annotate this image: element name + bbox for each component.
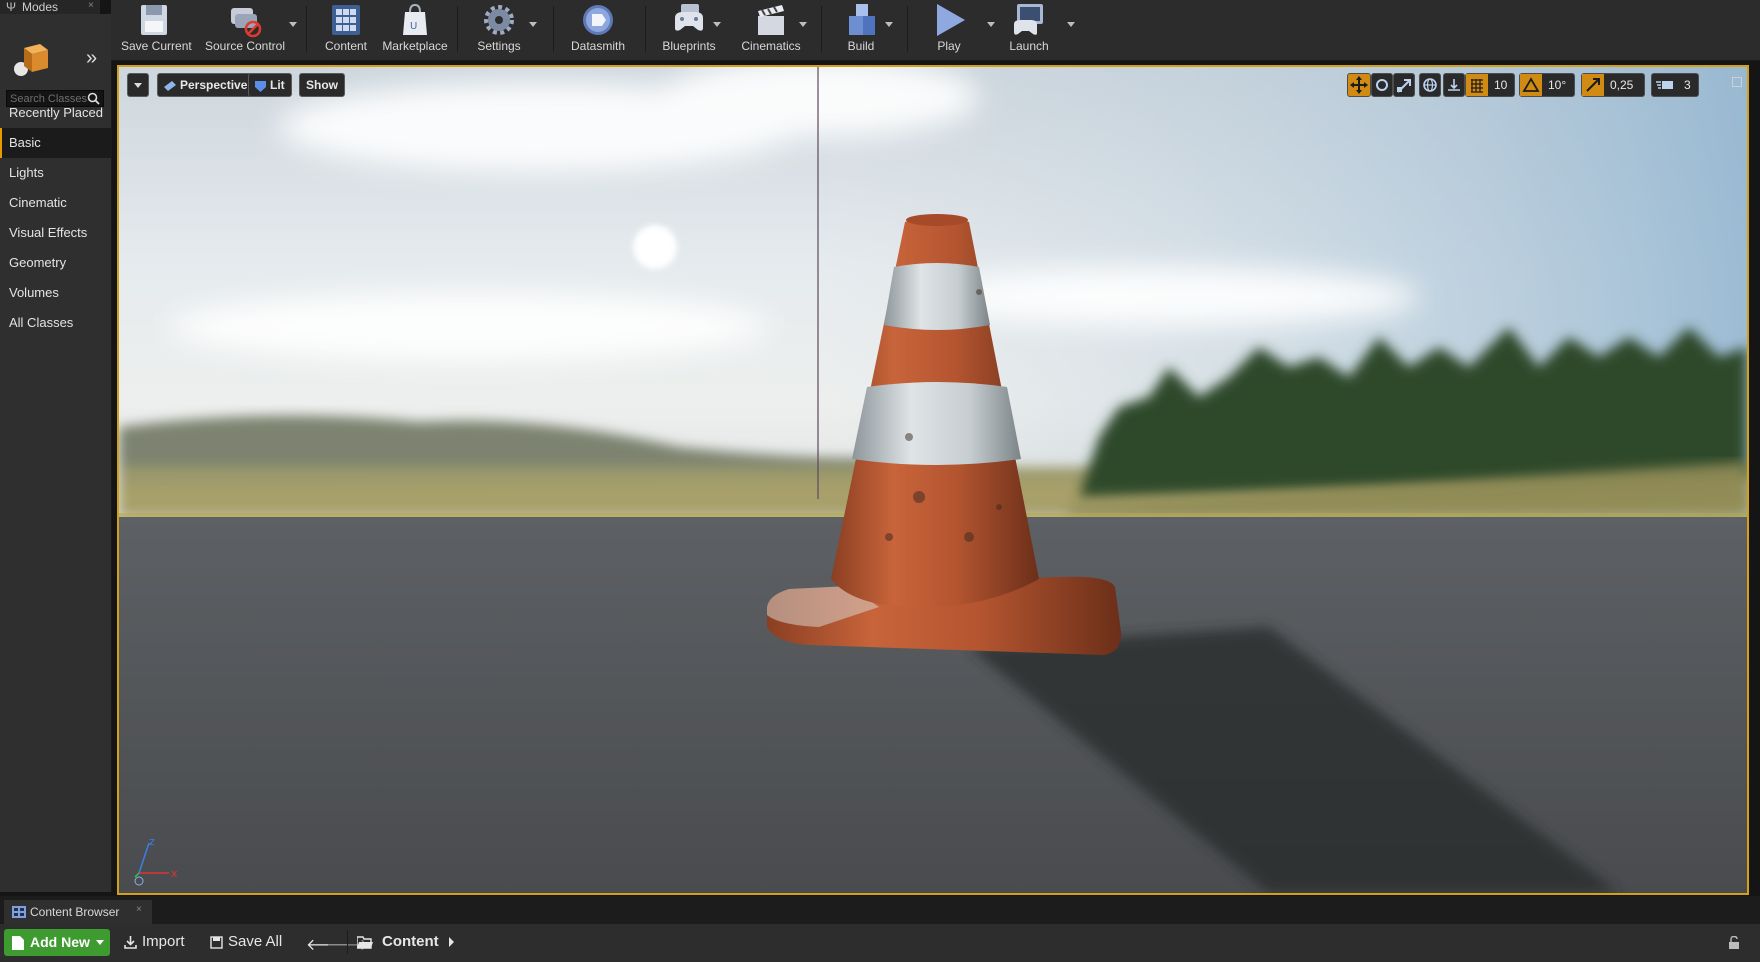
source-control-icon xyxy=(231,8,262,38)
toolbar-separator xyxy=(821,6,822,52)
rotation-snap-icon[interactable] xyxy=(1520,74,1542,96)
build-dropdown-icon[interactable] xyxy=(885,22,893,27)
import-icon xyxy=(124,936,137,949)
add-new-button[interactable]: Add New xyxy=(4,929,110,956)
rotate-tool-icon[interactable] xyxy=(1371,73,1393,97)
close-icon[interactable]: × xyxy=(88,0,94,11)
marketplace-button[interactable]: U Marketplace xyxy=(379,0,451,58)
lock-icon[interactable] xyxy=(1728,936,1740,949)
axis-gizmo: x z xyxy=(134,837,178,886)
content-browser-tab[interactable]: Content Browser × xyxy=(4,900,152,924)
modes-panel: » Recently Placed Basic Lights Cinematic… xyxy=(0,14,112,892)
grid-snap-value: 10 xyxy=(1494,78,1508,92)
settings-dropdown-icon[interactable] xyxy=(529,22,537,27)
category-basic[interactable]: Basic xyxy=(0,128,111,158)
chevron-down-icon xyxy=(96,940,104,945)
category-visual-effects[interactable]: Visual Effects xyxy=(0,218,111,248)
scale-snap-icon[interactable] xyxy=(1582,74,1604,96)
translate-tool-icon[interactable] xyxy=(1347,73,1371,97)
category-recently-placed[interactable]: Recently Placed xyxy=(0,98,111,128)
datasmith-icon xyxy=(583,5,613,35)
launch-dropdown-icon[interactable] xyxy=(1067,22,1075,27)
launch-icon xyxy=(1014,4,1043,35)
datasmith-button[interactable]: Datasmith xyxy=(561,0,635,58)
svg-text:U: U xyxy=(410,21,417,32)
toolbar-separator xyxy=(457,6,458,52)
play-dropdown-icon[interactable] xyxy=(987,22,995,27)
toolbar-separator xyxy=(347,930,348,954)
world-space-globe-icon[interactable] xyxy=(1419,73,1441,97)
close-icon[interactable]: × xyxy=(136,904,142,915)
category-all-classes[interactable]: All Classes xyxy=(0,308,111,338)
toolbar-separator xyxy=(645,6,646,52)
blueprints-gamepad-icon xyxy=(675,4,703,31)
launch-button[interactable]: Launch xyxy=(997,0,1061,58)
play-icon xyxy=(937,4,965,36)
category-geometry[interactable]: Geometry xyxy=(0,248,111,278)
unreal-logo-icon: Ψ xyxy=(6,0,17,14)
camera-speed-icon xyxy=(1656,81,1673,89)
folder-icon xyxy=(357,936,373,949)
maximize-viewport-icon[interactable] xyxy=(1732,77,1742,87)
content-browser-tabstrip xyxy=(0,896,1760,924)
main-toolbar: Save Current Source Control Content U Ma… xyxy=(111,0,1760,61)
content-path-crumb[interactable]: Content xyxy=(382,933,439,950)
lit-button[interactable]: Lit xyxy=(248,73,292,97)
clapperboard-icon xyxy=(758,5,784,35)
grid-snap-control[interactable]: 10 xyxy=(1465,73,1515,97)
content-button[interactable]: Content xyxy=(315,0,377,58)
path-chevron-right-icon[interactable] xyxy=(449,937,454,947)
modes-tab[interactable]: Ψ Modes × xyxy=(0,0,100,14)
toolbar-separator xyxy=(306,6,307,52)
content-browser-icon xyxy=(12,906,26,918)
settings-button[interactable]: Settings xyxy=(467,0,531,58)
category-lights[interactable]: Lights xyxy=(0,158,111,188)
source-control-dropdown-icon[interactable] xyxy=(289,22,297,27)
toolbar-separator xyxy=(907,6,908,52)
rotation-snap-control[interactable]: 10° xyxy=(1519,73,1575,97)
modes-tab-label: Modes xyxy=(22,0,59,14)
level-viewport[interactable]: Perspective Lit Show 10 10° 0,25 3 x z xyxy=(117,65,1749,895)
save-all-button[interactable]: Save All xyxy=(210,929,286,956)
blueprints-dropdown-icon[interactable] xyxy=(713,22,721,27)
perspective-button[interactable]: Perspective xyxy=(157,73,255,97)
scale-snap-control[interactable]: 0,25 xyxy=(1581,73,1645,97)
viewport-scene[interactable] xyxy=(119,67,1747,893)
camera-icon xyxy=(164,80,176,91)
build-button[interactable]: Build xyxy=(829,0,893,58)
axis-z-label: z xyxy=(149,837,155,848)
gear-icon xyxy=(484,5,514,35)
source-control-button[interactable]: Source Control xyxy=(203,0,287,58)
chevron-down-icon xyxy=(134,83,142,88)
rotation-snap-value: 10° xyxy=(1548,78,1567,92)
grid-snap-icon[interactable] xyxy=(1466,74,1488,96)
marketplace-bag-icon: U xyxy=(403,3,427,35)
import-button[interactable]: Import xyxy=(124,929,192,956)
play-button[interactable]: Play xyxy=(917,0,981,58)
save-icon xyxy=(141,5,167,35)
show-button[interactable]: Show xyxy=(299,73,345,97)
surface-snapping-icon[interactable] xyxy=(1443,73,1465,97)
save-all-icon xyxy=(210,936,223,949)
save-current-button[interactable]: Save Current xyxy=(121,0,192,58)
axis-x-label: x xyxy=(171,867,178,880)
cinematics-dropdown-icon[interactable] xyxy=(799,22,807,27)
camera-speed-value: 3 xyxy=(1684,78,1691,92)
blueprints-button[interactable]: Blueprints xyxy=(651,0,727,58)
content-grid-icon xyxy=(332,5,360,35)
lit-shield-icon xyxy=(255,80,266,92)
place-mode-icon[interactable] xyxy=(12,42,52,78)
scale-tool-icon[interactable] xyxy=(1393,73,1415,97)
scale-snap-value: 0,25 xyxy=(1610,78,1634,92)
viewport-options-button[interactable] xyxy=(127,73,149,97)
category-cinematic[interactable]: Cinematic xyxy=(0,188,111,218)
cinematics-button[interactable]: Cinematics xyxy=(729,0,813,58)
category-volumes[interactable]: Volumes xyxy=(0,278,111,308)
camera-speed-control[interactable]: 3 xyxy=(1651,73,1699,97)
expand-chevrons-icon[interactable]: » xyxy=(86,48,97,68)
new-file-icon xyxy=(12,936,24,950)
toolbar-separator xyxy=(553,6,554,52)
build-blocks-icon xyxy=(849,4,875,35)
